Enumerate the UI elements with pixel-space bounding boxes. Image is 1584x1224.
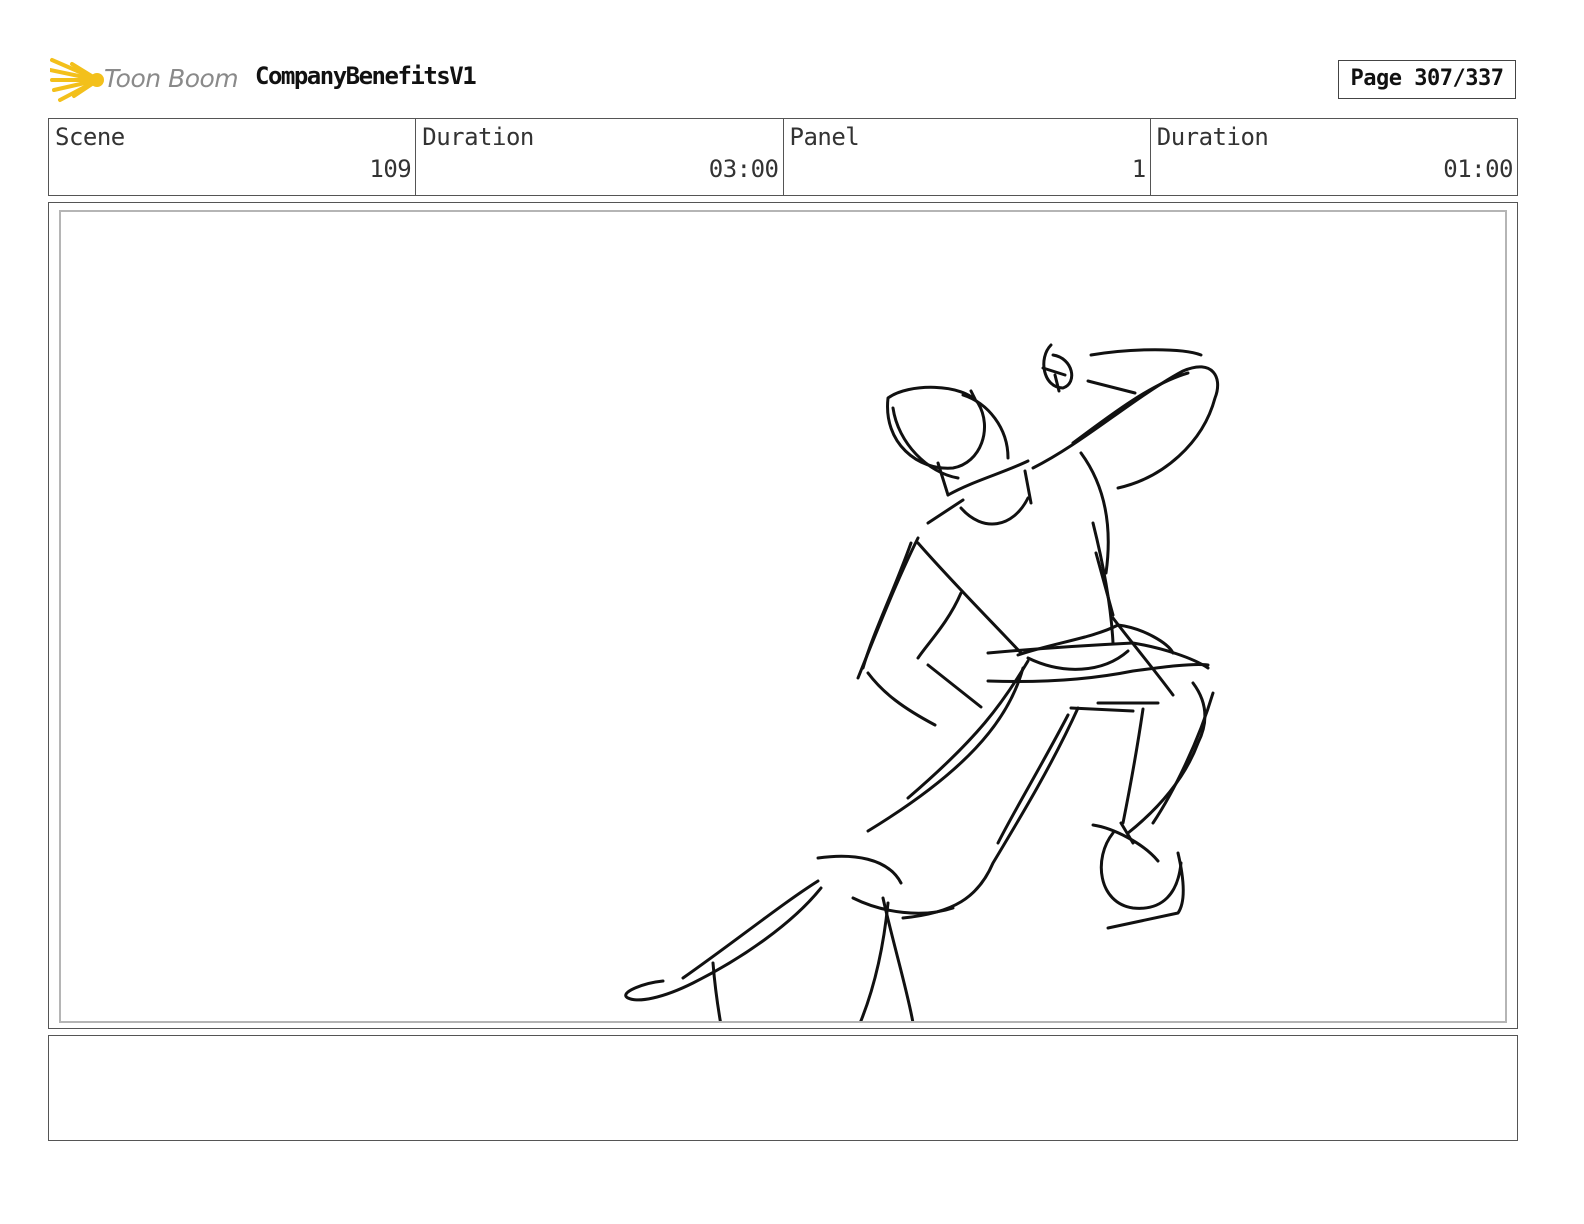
- panel-duration-value: 01:00: [1443, 155, 1513, 183]
- page-number: Page 307/337: [1338, 60, 1516, 99]
- scene-label: Scene: [55, 123, 125, 151]
- panel-drawing-area: [59, 210, 1507, 1023]
- scene-value: 109: [369, 155, 412, 183]
- scene-duration-label: Duration: [422, 123, 534, 151]
- scene-duration-value: 03:00: [708, 155, 779, 183]
- scene-duration-cell: Duration 03:00: [416, 119, 784, 195]
- notes-box: [48, 1035, 1518, 1141]
- panel-duration-label: Duration: [1156, 123, 1269, 151]
- toon-boom-logo: Toon Boom: [48, 56, 240, 106]
- scene-cell: Scene 109: [49, 119, 417, 195]
- figure-sketch: [624, 343, 1220, 1021]
- starburst-icon: [48, 58, 104, 102]
- storyboard-panel: [48, 202, 1518, 1029]
- panel-cell: Panel 1: [784, 119, 1151, 195]
- panel-value: 1: [1131, 155, 1146, 183]
- panel-duration-cell: Duration 01:00: [1151, 119, 1517, 195]
- brand-name: Toon Boom: [104, 64, 239, 93]
- panel-label: Panel: [789, 123, 860, 151]
- scene-info-table: Scene 109 Duration 03:00 Panel 1 Duratio…: [48, 118, 1518, 196]
- project-title: CompanyBenefitsV1: [255, 62, 477, 90]
